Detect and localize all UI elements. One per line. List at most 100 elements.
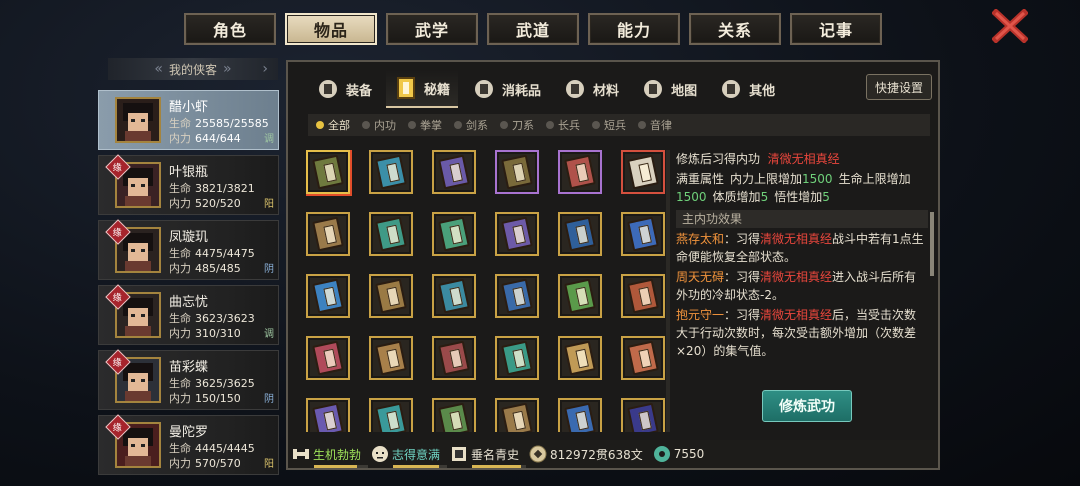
item-slot[interactable] (369, 336, 413, 380)
top-tab[interactable]: 物品 (285, 13, 377, 45)
item-slot[interactable] (621, 336, 665, 380)
filter-option[interactable]: 短兵 (592, 117, 626, 133)
mood-text: 志得意满 (392, 447, 441, 462)
item-slot[interactable] (558, 274, 602, 318)
close-button[interactable] (990, 8, 1030, 44)
top-tab[interactable]: 武学 (386, 13, 478, 45)
train-skill-button[interactable]: 修炼武功 (762, 390, 852, 422)
item-slot[interactable] (621, 398, 665, 432)
filter-option[interactable]: 长兵 (546, 117, 580, 133)
quick-settings-button[interactable]: 快捷设置 (866, 74, 932, 100)
item-slot[interactable] (495, 274, 539, 318)
item-slot[interactable] (558, 398, 602, 432)
filter-label: 音律 (650, 119, 672, 132)
item-slot[interactable] (558, 212, 602, 256)
hero-card[interactable]: 缘 凤璇玑 生命 4475/4475 内力 485/485 阴 (98, 219, 279, 280)
filter-option[interactable]: 刀系 (500, 117, 534, 133)
top-tab[interactable]: 角色 (184, 13, 276, 45)
item-slot[interactable] (432, 398, 476, 432)
item-slot[interactable] (306, 274, 350, 318)
category-tab[interactable]: 装备 (308, 70, 380, 108)
roster-prev-icon[interactable]: « (154, 61, 163, 77)
hero-name: 苗彩蝶 (169, 360, 209, 375)
hero-card[interactable]: 缘 曼陀罗 生命 4445/4445 内力 570/570 阳 (98, 414, 279, 475)
hero-card[interactable]: 缘 叶银瓶 生命 3821/3821 内力 520/520 阳 (98, 154, 279, 215)
item-slot[interactable] (369, 150, 413, 194)
item-slot[interactable] (432, 150, 476, 194)
top-tab[interactable]: 能力 (588, 13, 680, 45)
manual-book-icon (312, 154, 344, 190)
hero-name: 凤璇玑 (169, 230, 209, 245)
radio-dot-icon (316, 121, 324, 129)
hero-card[interactable]: 醋小虾 生命 25585/25585 内力 644/644 调 (98, 90, 279, 150)
item-slot[interactable] (369, 212, 413, 256)
top-tab[interactable]: 武道 (487, 13, 579, 45)
hero-roster: 醋小虾 生命 25585/25585 内力 644/644 调缘叶银瓶 生命 3821/382… (98, 90, 279, 480)
item-slot[interactable] (306, 212, 350, 256)
hero-alignment-tag: 调 (264, 329, 274, 340)
inventory-panel: 装备 秘籍 消耗品 材料 地图 其他 快捷设置 全部 内功 拳掌 剑系 刀系 长兵 短兵 音律 修炼后习… (286, 60, 940, 470)
mp-value: 644/644 (195, 132, 241, 145)
item-slot[interactable] (369, 274, 413, 318)
hero-card[interactable]: 缘 曲忘忧 生命 3623/3623 内力 310/310 调 (98, 284, 279, 345)
hero-mp: 内力 520/520 (169, 195, 241, 211)
hp-value: 3625/3625 (195, 377, 255, 390)
filter-option[interactable]: 全部 (316, 117, 350, 133)
fame-text: 垂名青史 (471, 447, 520, 462)
coin-icon (529, 445, 547, 463)
filter-option[interactable]: 内功 (362, 117, 396, 133)
item-slot[interactable] (621, 150, 665, 194)
category-tab[interactable]: 消耗品 (464, 70, 549, 108)
top-tab-bar: 角色 物品 武学 武道 能力 关系 记事 (184, 13, 882, 45)
bond-badge-label: 缘 (113, 163, 123, 174)
item-slot[interactable] (432, 336, 476, 380)
item-slot[interactable] (621, 212, 665, 256)
hero-card[interactable]: 缘 苗彩蝶 生命 3625/3625 内力 150/150 阴 (98, 349, 279, 410)
bond-badge-label: 缘 (113, 293, 123, 304)
item-slot[interactable] (432, 274, 476, 318)
hp-value: 3821/3821 (195, 182, 255, 195)
hp-label: 生命 (169, 442, 191, 455)
item-slot[interactable] (558, 336, 602, 380)
manual-book-icon (438, 216, 470, 252)
item-slot[interactable] (369, 398, 413, 432)
book-icon (394, 76, 418, 100)
filter-option[interactable]: 剑系 (454, 117, 488, 133)
item-slot[interactable] (495, 212, 539, 256)
item-slot[interactable] (495, 336, 539, 380)
item-slot[interactable] (306, 398, 350, 432)
status-bar: 生机勃勃 志得意满 垂名青史 812972贯638文 7550 (288, 440, 938, 468)
helmet-icon (316, 77, 340, 101)
category-tab[interactable]: 秘籍 (386, 70, 459, 108)
hp-value: 4445/4445 (195, 442, 255, 455)
roster-expand-icon[interactable]: › (262, 61, 268, 77)
category-tab[interactable]: 地图 (633, 70, 705, 108)
roster-next-icon[interactable]: » (223, 61, 232, 77)
manual-book-icon (627, 154, 659, 190)
effect-entry: 抱元守一：习得清微无相真经后，当受击次数大于行动次数时，每次受击额外增加（次数差… (676, 306, 928, 360)
filter-option[interactable]: 拳掌 (408, 117, 442, 133)
top-tab[interactable]: 记事 (790, 13, 882, 45)
other-icon (719, 77, 743, 101)
item-slot[interactable] (306, 336, 350, 380)
hp-value: 3623/3623 (195, 312, 255, 325)
item-slot[interactable] (558, 150, 602, 194)
mp-label: 内力 (169, 392, 191, 405)
item-slot[interactable] (621, 274, 665, 318)
category-tab[interactable]: 其他 (711, 70, 783, 108)
filter-option[interactable]: 音律 (638, 117, 672, 133)
category-tab[interactable]: 材料 (555, 70, 627, 108)
item-grid (306, 150, 676, 432)
roster-title: 我的侠客 (168, 62, 217, 77)
item-slot[interactable] (306, 150, 350, 194)
category-tab-label: 其他 (749, 83, 776, 99)
detail-scrollbar[interactable] (930, 212, 934, 276)
item-slot[interactable] (495, 150, 539, 194)
fame-status: 垂名青史 (450, 445, 527, 468)
hero-hp: 生命 3625/3625 (169, 375, 255, 391)
item-slot[interactable] (432, 212, 476, 256)
item-slot[interactable] (495, 398, 539, 432)
top-tab[interactable]: 关系 (689, 13, 781, 45)
manual-book-icon (375, 154, 407, 190)
effect-skill: 清微无相真经 (760, 270, 833, 284)
